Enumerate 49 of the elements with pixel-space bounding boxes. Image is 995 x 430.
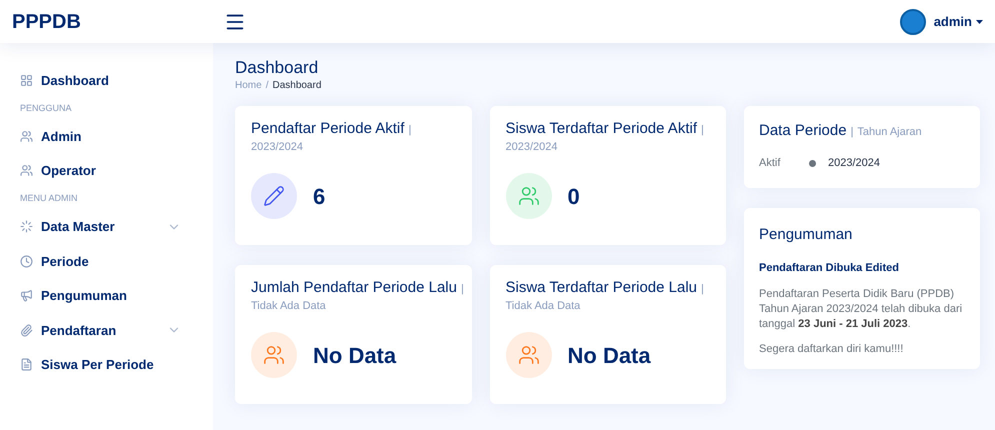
title-separator: |: [700, 124, 704, 136]
sidebar-item[interactable]: Admin: [16, 119, 197, 154]
card-title: Siswa Terdaftar Periode Lalu: [506, 279, 697, 296]
announcement-text: Pendaftaran Peserta Didik Baru (PPDB) Tahun Ajaran 2023/2024 telah dibuka dari tanggal 23 Juni - 21 Juli 2023.: [759, 286, 964, 332]
card-subtitle: Tahun Ajaran: [857, 126, 922, 140]
paperclip-icon: [20, 324, 33, 337]
megaphone-icon: [20, 289, 33, 302]
card-subtitle: 2023/2024: [506, 140, 558, 156]
announcement-heading: Pendaftaran Dibuka Edited: [759, 261, 900, 276]
logo-avatar: [900, 8, 926, 34]
card-title: Data Periode: [759, 122, 847, 141]
sidebar-heading: PENGGUNA: [19, 102, 73, 114]
card-subtitle: Tidak Ada Data: [506, 299, 582, 314]
card-subtitle: Tidak Ada Data: [251, 299, 327, 314]
stat-value: 6: [313, 182, 326, 211]
card-subtitle: 2023/2024: [251, 140, 304, 156]
people-icon: [20, 130, 33, 143]
title-separator: |: [850, 126, 854, 140]
caret-icon: [976, 20, 983, 24]
stat-value: No Data: [313, 342, 396, 370]
sidebar-item[interactable]: Data Master: [16, 210, 197, 244]
card-title: Pendaftar Periode Aktif: [251, 120, 404, 138]
people-icon: [20, 164, 33, 178]
sidebar-item[interactable]: Dashboard: [16, 63, 197, 98]
card-title: Siswa Terdaftar Periode Aktif: [506, 120, 697, 138]
sidebar-item[interactable]: Pengumuman: [16, 278, 197, 313]
stat-value: 0: [568, 182, 580, 211]
sidebar-heading: MENU ADMIN: [19, 192, 79, 205]
title-separator: |: [460, 283, 464, 296]
sidebar-item[interactable]: Pendaftaran: [16, 313, 197, 348]
card-title: Jumlah Pendaftar Periode Lalu: [251, 279, 457, 296]
page-title: Dashboard: [235, 57, 320, 78]
period-label: Aktif: [759, 156, 782, 171]
sidebar-item[interactable]: Siswa Per Periode: [16, 348, 197, 382]
document-icon: [20, 358, 33, 372]
clock-icon: [20, 254, 33, 268]
card-title: Pengumuman: [759, 224, 854, 244]
brand-logo[interactable]: PPPDB: [12, 6, 224, 36]
breadcrumb-current: Dashboard: [272, 79, 322, 94]
stat-value: No Data: [568, 342, 651, 370]
grid-icon: [20, 74, 33, 87]
breadcrumb-separator: /: [266, 79, 268, 94]
user-menu[interactable]: admin: [934, 12, 983, 32]
title-separator: |: [701, 283, 704, 296]
announcement-text: Segera daftarkan diri kamu!!!!: [759, 342, 904, 356]
sidebar-item[interactable]: Operator: [16, 154, 197, 188]
title-separator: |: [408, 124, 412, 136]
sidebar-item[interactable]: Periode: [16, 244, 197, 278]
period-value: 2023/2024: [828, 156, 880, 171]
